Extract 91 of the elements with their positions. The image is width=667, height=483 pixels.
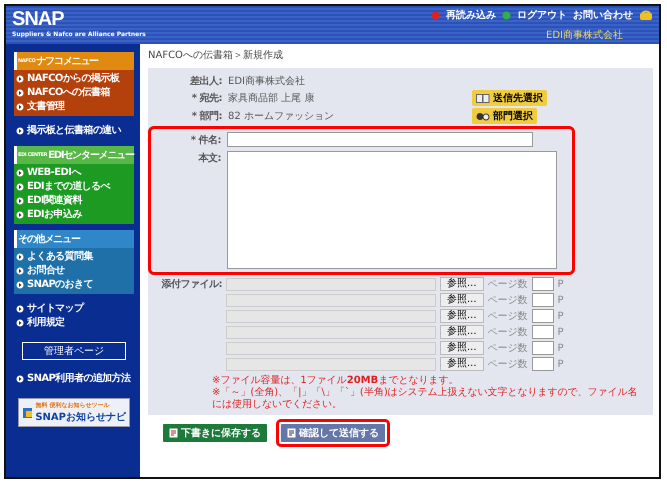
bullet-icon bbox=[16, 211, 24, 219]
bullet-icon bbox=[16, 197, 24, 205]
menu-link[interactable]: SNAP利用者の追加方法 bbox=[16, 372, 134, 386]
browse-button[interactable]: 参照... bbox=[440, 325, 484, 339]
field-label: * 部門: bbox=[190, 110, 222, 123]
field-label: 本文: bbox=[197, 152, 221, 165]
logout-icon bbox=[502, 10, 511, 20]
pages-unit: P bbox=[558, 310, 564, 322]
breadcrumb: NAFCOへの伝書箱＞新規作成 bbox=[148, 48, 284, 62]
menu-link[interactable]: EDI関連資料 bbox=[16, 194, 134, 208]
field-label: 差出人: bbox=[188, 74, 222, 88]
department-select-button[interactable]: 部門選択 bbox=[472, 108, 537, 124]
bullet-icon bbox=[16, 319, 24, 327]
field-value: 82 ホームファッション bbox=[228, 110, 335, 123]
pages-field[interactable] bbox=[532, 309, 554, 323]
pages-label: ページ数 bbox=[488, 310, 528, 323]
menu-link[interactable]: EDIまでの道しるべ bbox=[16, 180, 134, 194]
pages-field[interactable] bbox=[532, 325, 554, 339]
menu-link[interactable]: EDIお申込み bbox=[16, 208, 134, 222]
book-icon bbox=[476, 94, 490, 102]
pages-label: ページ数 bbox=[488, 326, 528, 339]
note-text: ※「～」(全角)、「|」「\」「`」(半角)はシステム上扱えない文字となりますので、ファイル名には使用しないでください。 bbox=[212, 387, 639, 411]
body-field[interactable] bbox=[227, 151, 557, 269]
menu-link[interactable]: NAFCOへの伝書箱 bbox=[16, 86, 134, 100]
pages-unit: P bbox=[558, 326, 564, 338]
header-link[interactable]: 再読み込み bbox=[446, 8, 496, 22]
logo[interactable]: SNAP bbox=[12, 8, 146, 30]
browse-button[interactable]: 参照... bbox=[440, 277, 484, 291]
menu-link[interactable]: 掲示板と伝書箱の違い bbox=[16, 124, 134, 138]
menu-link[interactable]: 文書管理 bbox=[16, 100, 134, 114]
bullet-icon bbox=[16, 127, 24, 135]
bullet-icon bbox=[16, 375, 24, 383]
confirm-send-button[interactable]: 確認して送信する bbox=[281, 424, 385, 442]
menu-title: EDIセンターメニュー bbox=[48, 149, 134, 162]
browse-button[interactable]: 参照... bbox=[440, 293, 484, 307]
pages-unit: P bbox=[558, 294, 564, 306]
pages-field[interactable] bbox=[532, 277, 554, 291]
bullet-icon bbox=[16, 281, 24, 289]
menu-link[interactable]: SNAPのおきて bbox=[16, 278, 134, 292]
pages-field[interactable] bbox=[532, 341, 554, 355]
menu-link[interactable]: NAFCOからの掲示板 bbox=[16, 72, 134, 86]
file-field[interactable] bbox=[226, 342, 436, 354]
bullet-icon bbox=[16, 103, 24, 111]
menu-link[interactable]: WEB-EDIへ bbox=[16, 166, 134, 180]
menu-title: その他メニュー bbox=[18, 232, 80, 246]
pages-field[interactable] bbox=[532, 293, 554, 307]
menu-link[interactable]: サイトマップ bbox=[16, 302, 134, 316]
pages-label: ページ数 bbox=[488, 294, 528, 307]
header-link[interactable]: お問い合わせ bbox=[573, 8, 633, 22]
bullet-icon bbox=[16, 75, 24, 83]
bullet-icon bbox=[16, 253, 24, 261]
subject-field[interactable] bbox=[227, 132, 533, 147]
save-draft-button[interactable]: 下書きに保存する bbox=[163, 424, 267, 442]
admin-page-link[interactable]: 管理者ページ bbox=[22, 342, 126, 360]
field-label: * 件名: bbox=[190, 134, 221, 146]
field-label: 添付ファイル: bbox=[160, 278, 222, 291]
pages-unit: P bbox=[558, 278, 564, 290]
field-value: 家具商品部 上尾 康 bbox=[228, 92, 316, 105]
note-text: ※ファイル容量は、1ファイル20MBまでとなります。 bbox=[212, 375, 460, 386]
menu-link[interactable]: お問合せ bbox=[16, 264, 134, 278]
menu-link[interactable]: 利用規定 bbox=[16, 316, 134, 330]
pages-unit: P bbox=[558, 342, 564, 354]
file-field[interactable] bbox=[226, 358, 436, 370]
bullet-icon bbox=[16, 89, 24, 97]
pages-label: ページ数 bbox=[488, 358, 528, 371]
dots-icon bbox=[476, 112, 490, 120]
bullet-icon bbox=[16, 305, 24, 313]
file-field[interactable] bbox=[226, 278, 436, 290]
file-field[interactable] bbox=[226, 310, 436, 322]
bullet-icon bbox=[16, 267, 24, 275]
company-name: EDI商事株式会社 bbox=[546, 28, 623, 42]
reload-icon bbox=[431, 10, 440, 20]
bullet-icon bbox=[16, 169, 24, 177]
browse-button[interactable]: 参照... bbox=[440, 309, 484, 323]
pages-unit: P bbox=[558, 358, 564, 370]
banner-title: SNAPお知らせナビ bbox=[35, 410, 126, 424]
menu-title: ナフコメニュー bbox=[36, 55, 98, 68]
pages-label: ページ数 bbox=[488, 342, 528, 355]
menu-link[interactable]: よくある質問集 bbox=[16, 250, 134, 264]
field-value: EDI商事株式会社 bbox=[228, 74, 306, 88]
bullet-icon bbox=[16, 183, 24, 191]
file-field[interactable] bbox=[226, 326, 436, 338]
browse-button[interactable]: 参照... bbox=[440, 357, 484, 371]
header-link[interactable]: ログアウト bbox=[517, 8, 567, 22]
field-label: * 宛先: bbox=[190, 92, 222, 105]
pages-label: ページ数 bbox=[488, 278, 528, 291]
note-icon bbox=[169, 428, 178, 438]
file-field[interactable] bbox=[226, 294, 436, 306]
pages-field[interactable] bbox=[532, 357, 554, 371]
browse-button[interactable]: 参照... bbox=[440, 341, 484, 355]
recipient-select-button[interactable]: 送信先選択 bbox=[472, 90, 547, 106]
